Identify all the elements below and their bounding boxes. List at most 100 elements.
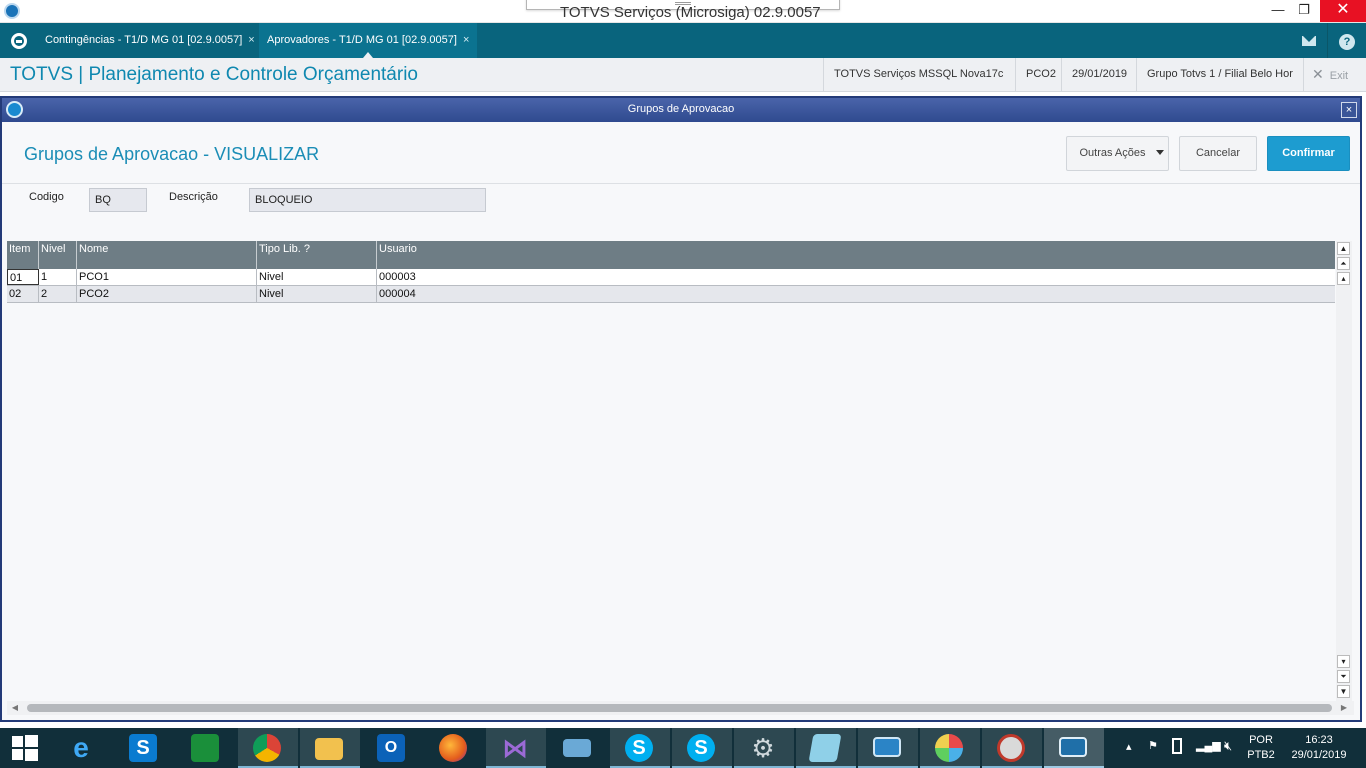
environment-info: PCO2 [1015,58,1066,92]
scroll-bottom-icon[interactable]: ▼ [1337,685,1350,698]
home-button[interactable] [0,23,38,58]
dialog-header: Grupos de Aprovacao - VISUALIZAR Outras … [2,122,1360,184]
cell-item[interactable]: 02 [7,286,39,302]
cell-usuario[interactable]: 000003 [377,269,1335,285]
codigo-field[interactable]: BQ [89,188,147,212]
language-indicator[interactable]: POR PTB2 [1245,733,1277,763]
help-button[interactable]: ? [1328,23,1366,58]
restore-button[interactable]: ❐ [1290,0,1318,22]
smartclient-monitor-icon [1059,737,1087,757]
taskbar-skype-alert[interactable]: S [610,728,670,768]
page-down-icon[interactable]: ⏷ [1337,670,1350,683]
internet-explorer-icon: e [73,732,89,763]
cell-tipo-lib[interactable]: Nivel [257,286,377,302]
page-up-icon[interactable]: ⏶ [1337,257,1350,270]
battery-icon[interactable] [1172,738,1182,754]
remote-desktop-icon [873,737,901,757]
confirm-button[interactable]: Confirmar [1267,136,1350,171]
taskbar-tools[interactable] [982,728,1042,768]
taskbar-skype[interactable]: S [672,728,732,768]
taskbar-paint[interactable] [920,728,980,768]
cell-nome[interactable]: PCO1 [77,269,257,285]
taskbar-totvs-smartclient[interactable] [1044,728,1104,768]
scroll-top-icon[interactable]: ▲ [1337,242,1350,255]
table-row[interactable]: 01 1 PCO1 Nivel 000003 [7,269,1335,286]
mail-icon [1302,36,1316,46]
tab-label: Aprovadores - T1/D MG 01 [02.9.0057] [267,34,457,46]
keyboard-layout: PTB2 [1247,749,1275,761]
close-window-button[interactable]: ✕ [1320,0,1366,22]
cell-usuario[interactable]: 000004 [377,286,1335,302]
cell-nome[interactable]: PCO2 [77,286,257,302]
tab-bar: Contingências - T1/D MG 01 [02.9.0057] × … [0,23,1366,58]
scroll-up-icon[interactable]: ▴ [1337,272,1350,285]
taskbar-remote-desktop[interactable] [858,728,918,768]
window-title: TOTVS Serviços (Microsiga) 02.9.0057 [560,4,821,21]
company-info: Grupo Totvs 1 / Filial Belo Hor [1136,58,1303,92]
column-header-usuario[interactable]: Usuario [377,241,1335,269]
cell-tipo-lib[interactable]: Nivel [257,269,377,285]
taskbar-settings[interactable]: ⚙ [734,728,794,768]
taskbar-skype-business[interactable]: S [114,728,174,768]
windows-taskbar: e S O ⋈ S S ⚙ ▴ ⚑ ▂▄▆ 🔇︎ POR PTB2 16:23 … [0,728,1366,768]
app-title: TOTVS | Planejamento e Controle Orçament… [10,64,418,85]
help-icon: ? [1339,34,1355,50]
language-code: POR [1249,734,1273,746]
gears-icon: ⚙ [751,733,775,763]
server-info: TOTVS Serviços MSSQL Nova17c [823,58,1013,92]
start-button[interactable] [0,728,50,768]
visual-studio-icon: ⋈ [502,733,528,763]
network-error-icon[interactable]: ⚑ [1148,739,1158,752]
signal-icon[interactable]: ▂▄▆ [1196,739,1221,752]
scroll-left-icon[interactable]: ◀ [10,703,20,713]
taskbar-internet-explorer[interactable]: e [52,728,112,768]
firefox-icon [439,734,467,762]
paint-palette-icon [935,734,963,762]
taskbar-remote-app[interactable] [548,728,608,768]
exit-label: Exit [1329,70,1349,82]
scroll-down-icon[interactable]: ▾ [1337,655,1350,668]
vertical-scrollbar[interactable]: ▲ ⏶ ▴ ▾ ⏷ ▼ [1336,241,1352,701]
page-title: Grupos de Aprovacao - VISUALIZAR [24,144,320,164]
notepad-icon [808,734,842,762]
taskbar-firefox[interactable] [424,728,484,768]
cell-nivel[interactable]: 2 [39,286,77,302]
clock-time: 16:23 [1305,734,1333,746]
taskbar-file-explorer[interactable] [300,728,360,768]
store-icon [191,734,219,762]
column-header-nivel[interactable]: Nivel [39,241,77,269]
taskbar-visual-studio[interactable]: ⋈ [486,728,546,768]
column-header-tipo-lib[interactable]: Tipo Lib. ? [257,241,377,269]
other-actions-button[interactable]: Outras Ações [1066,136,1169,171]
taskbar-notepad[interactable] [796,728,856,768]
cell-nivel[interactable]: 1 [39,269,77,285]
minimize-button[interactable]: — [1264,0,1292,22]
tab-contingencias[interactable]: Contingências - T1/D MG 01 [02.9.0057] × [37,23,263,58]
column-header-item[interactable]: Item [7,241,39,269]
chevron-down-icon [1156,150,1164,155]
table-row[interactable]: 02 2 PCO2 Nivel 000004 [7,286,1335,303]
descricao-field[interactable]: BLOQUEIO [249,188,486,212]
volume-muted-icon[interactable]: 🔇︎ [1224,738,1232,754]
dialog-title: Grupos de Aprovacao [627,103,735,115]
show-hidden-icons-icon[interactable]: ▴ [1126,740,1132,753]
mail-button[interactable] [1290,23,1328,58]
horizontal-scrollbar[interactable]: ◀ ▶ [7,701,1354,715]
taskbar-store[interactable] [176,728,236,768]
skype-icon: S [687,734,715,762]
taskbar-chrome[interactable] [238,728,298,768]
tab-close-icon[interactable]: × [463,34,469,46]
remote-app-icon [563,739,591,757]
column-header-nome[interactable]: Nome [77,241,257,269]
dialog-close-button[interactable]: × [1341,102,1357,118]
tab-aprovadores[interactable]: Aprovadores - T1/D MG 01 [02.9.0057] × [259,23,478,58]
cell-item[interactable]: 01 [7,269,39,285]
clock[interactable]: 16:23 29/01/2019 [1287,733,1351,763]
exit-button[interactable]: ✕ Exit [1303,58,1356,92]
taskbar-outlook[interactable]: O [362,728,422,768]
cancel-button[interactable]: Cancelar [1179,136,1257,171]
horizontal-scroll-thumb[interactable] [27,704,1332,712]
tab-close-icon[interactable]: × [248,34,254,46]
chrome-icon [253,734,281,762]
scroll-right-icon[interactable]: ▶ [1339,703,1349,713]
